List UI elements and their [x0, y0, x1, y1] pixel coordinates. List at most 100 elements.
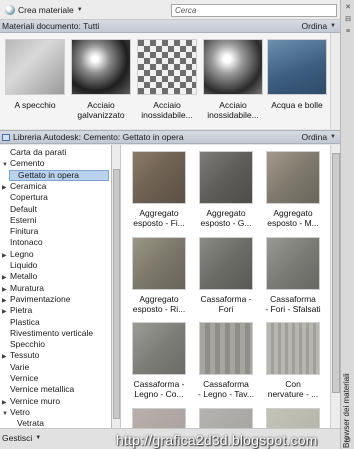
material-label: Aggregato esposto - G... [200, 208, 252, 228]
properties-icon[interactable]: ≡ [344, 28, 352, 36]
material-item[interactable]: Cassaforma - Fori - Sfalsati [259, 237, 327, 314]
material-item[interactable]: Aggregato esposto - M... [259, 151, 327, 228]
tree-item[interactable]: ▼ Vetro [2, 407, 30, 418]
tree-scrollbar-thumb[interactable] [113, 169, 120, 419]
tree-item-label: Esterni [10, 214, 37, 225]
material-item[interactable] [125, 408, 193, 428]
palette-title: Browser dei materiali [342, 373, 351, 448]
doc-scrollbar[interactable] [330, 33, 340, 129]
palette-side-bar: ✕ ⊟ ≡ Browser dei materiali ⚙ [340, 0, 354, 449]
doc-sort-button[interactable]: Ordina ▼ [302, 21, 336, 32]
material-item[interactable]: Cassaforma - Legno - Co... [125, 322, 193, 399]
tree-item-label: Cemento [10, 158, 45, 169]
search-box[interactable] [171, 4, 337, 17]
tree-item[interactable]: Gettato in opera [9, 169, 109, 181]
tree-item-label: Varie [10, 361, 30, 372]
material-item[interactable] [259, 408, 327, 428]
library-icon [2, 134, 10, 141]
library-title[interactable]: Libreria Autodesk: Cemento: Gettato in o… [13, 132, 184, 143]
tree-item-label: Tessuto [10, 350, 40, 361]
tree-item-label: Ceramica [10, 180, 47, 191]
manage-label: Gestisci [2, 433, 33, 443]
tree-item[interactable]: ▶ Tessuto [2, 350, 39, 361]
doc-material-item[interactable]: Acqua e bolle [264, 39, 330, 110]
manage-button[interactable]: Gestisci ▼ [2, 433, 41, 443]
tree-item[interactable]: Esterni [2, 215, 36, 226]
tree-item[interactable]: ▶ Pavimentazione [2, 294, 70, 305]
material-thumbnail [137, 39, 197, 95]
pin-icon[interactable]: ⊟ [344, 16, 352, 24]
tree-item[interactable]: Finitura [2, 226, 38, 237]
tree-item[interactable]: ▶ Vernice muro [2, 396, 60, 407]
tree-scrollbar[interactable] [112, 145, 121, 428]
doc-sort-label: Ordina [301, 21, 328, 31]
tree-item[interactable]: Varie [2, 362, 29, 373]
material-thumbnail [199, 151, 253, 204]
tree-item-label: Vetro [10, 406, 30, 417]
tree-item[interactable]: Rivestimento verticale [2, 328, 93, 339]
doc-material-label: Acciaio inossidabile... [207, 100, 259, 120]
doc-material-item[interactable]: A specchio [2, 39, 68, 110]
chevron-down-icon: ▼ [330, 134, 336, 140]
material-item[interactable]: Aggregato esposto - G... [192, 151, 260, 228]
tree-item[interactable]: ▶ Metallo [2, 271, 37, 282]
tree-item-label: Vernice metallica [10, 384, 75, 395]
material-item[interactable] [192, 408, 260, 428]
doc-material-item[interactable]: Acciaio galvanizzato [68, 39, 134, 120]
tree-item-label: Intonaco [10, 237, 43, 248]
tree-item[interactable]: Specchio [2, 339, 45, 350]
tree-item[interactable]: Vernice [2, 373, 38, 384]
grid-scrollbar[interactable] [330, 145, 340, 428]
material-thumbnail [199, 237, 253, 290]
material-label: Aggregato esposto - Ri... [132, 294, 186, 314]
tree-item[interactable]: Vetrata [9, 418, 44, 428]
material-thumbnail [267, 39, 327, 95]
document-materials-title[interactable]: Materiali documento: Tutti [2, 21, 99, 32]
tree-item-label: Rivestimento verticale [10, 327, 94, 338]
material-item[interactable]: Con nervature - ... [259, 322, 327, 399]
chevron-down-icon: ▼ [76, 7, 83, 13]
settings-icon[interactable]: ⚙ [344, 437, 352, 445]
tree-item[interactable]: ▼ Cemento [2, 158, 45, 169]
library-header: Libreria Autodesk: Cemento: Gettato in o… [0, 130, 340, 144]
tree-item[interactable]: Liquido [2, 260, 37, 271]
material-sphere-icon [5, 5, 15, 15]
material-thumbnail [266, 151, 320, 204]
create-material-label: Crea materiale [18, 5, 74, 15]
tree-item[interactable]: Plastica [2, 317, 40, 328]
tree-item[interactable]: Carta da parati [2, 147, 66, 158]
tree-item-label: Metallo [10, 271, 38, 282]
doc-material-item[interactable]: Acciaio inossidabile... [134, 39, 200, 120]
material-label: Cassaforma - Fori [200, 294, 252, 314]
tree-item[interactable]: ▶ Legno [2, 249, 34, 260]
tree-item[interactable]: Default [2, 204, 37, 215]
grid-scrollbar-thumb[interactable] [332, 153, 340, 393]
tree-item[interactable]: Copertura [2, 192, 48, 203]
close-icon[interactable]: ✕ [344, 4, 352, 12]
tree-item-label: Plastica [10, 316, 40, 327]
tree-item[interactable]: Intonaco [2, 237, 43, 248]
doc-material-item[interactable]: Acciaio inossidabile... [200, 39, 266, 120]
material-thumbnail [132, 151, 186, 204]
library-sort-button[interactable]: Ordina ▼ [302, 132, 336, 143]
tree-item-label: Copertura [10, 192, 48, 203]
material-item[interactable]: Aggregato esposto - Fi... [125, 151, 193, 228]
material-item[interactable]: Aggregato esposto - Ri... [125, 237, 193, 314]
chevron-down-icon: ▼ [35, 435, 42, 441]
material-item[interactable]: Cassaforma - Legno - Tav... [192, 322, 260, 399]
tree-item-label: Muratura [10, 282, 45, 293]
create-material-button[interactable]: Crea materiale ▼ [2, 3, 86, 17]
tree-item[interactable]: ▶ Muratura [2, 283, 44, 294]
tree-item[interactable]: Vernice metallica [2, 384, 74, 395]
search-input[interactable] [172, 5, 336, 16]
tree-item-label: Default [10, 203, 37, 214]
material-thumbnail [266, 237, 320, 290]
tree-item-label: Pietra [10, 305, 33, 316]
material-item[interactable]: Cassaforma - Fori [192, 237, 260, 314]
tree-item[interactable]: ▶ Pietra [2, 305, 32, 316]
material-label: Cassaforma - Fori - Sfalsati [265, 294, 321, 314]
document-materials-grid: A specchio Acciaio galvanizzato Acciaio … [0, 33, 340, 129]
material-thumbnail [132, 408, 186, 428]
tree-item[interactable]: ▶ Ceramica [2, 181, 46, 192]
material-label: Con nervature - ... [267, 379, 319, 399]
